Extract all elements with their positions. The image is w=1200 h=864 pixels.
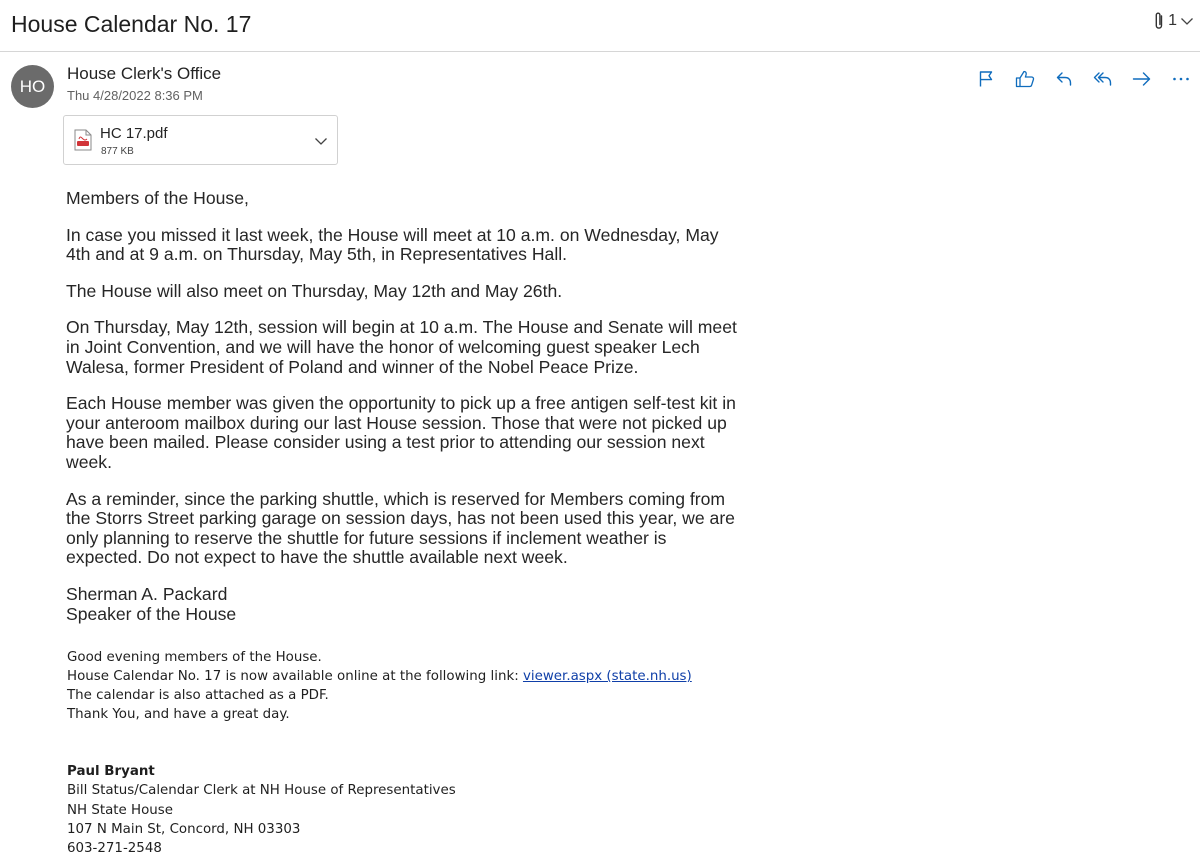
note-line: Good evening members of the House.	[67, 650, 322, 665]
chevron-down-icon[interactable]	[314, 133, 328, 151]
greeting: Members of the House,	[66, 188, 249, 208]
flag-button[interactable]	[973, 66, 999, 92]
paragraph-joint-convention: On Thursday, May 12th, session will begi…	[66, 317, 737, 377]
paragraph-meeting-dates: In case you missed it last week, the Hou…	[66, 224, 719, 265]
more-icon	[1173, 77, 1189, 81]
message-body: Members of the House, In case you missed…	[66, 188, 746, 624]
signature-org: NH State House	[67, 802, 174, 818]
closing-title: Speaker of the House	[66, 603, 237, 624]
note-link-line: House Calendar No. 17 is now available o…	[67, 667, 767, 686]
forward-button[interactable]	[1129, 66, 1155, 92]
reply-button[interactable]	[1051, 66, 1077, 92]
attachment-card[interactable]: HC 17.pdf 877 KB	[63, 115, 338, 165]
attachment-count: 1	[1168, 12, 1177, 29]
reply-all-icon	[1093, 72, 1112, 86]
note-line: The calendar is also attached as a PDF.	[67, 688, 329, 704]
calendar-link[interactable]: viewer.aspx (state.nh.us)	[523, 669, 692, 684]
signature-title: Bill Status/Calendar Clerk at NH House o…	[67, 783, 456, 799]
signature-block: Paul Bryant Bill Status/Calendar Clerk a…	[67, 762, 767, 857]
avatar[interactable]: HO	[11, 65, 54, 108]
paragraph-additional-dates: The House will also meet on Thursday, Ma…	[66, 280, 563, 301]
chevron-down-icon	[1180, 16, 1194, 26]
sender-name[interactable]: House Clerk's Office	[67, 64, 221, 84]
pdf-icon	[74, 129, 92, 156]
like-button[interactable]	[1012, 66, 1038, 92]
note-line: Thank You, and have a great day.	[67, 707, 290, 723]
signature-address: 107 N Main St, Concord, NH 03303	[67, 821, 301, 837]
like-icon	[1015, 70, 1035, 88]
reply-icon	[1056, 72, 1072, 86]
forward-icon	[1132, 72, 1151, 86]
message-actions	[973, 66, 1194, 92]
paragraph-test-kits: Each House member was given the opportun…	[66, 393, 736, 472]
paragraph-parking-shuttle: As a reminder, since the parking shuttle…	[66, 488, 735, 568]
closing-name: Sherman A. Packard	[66, 583, 228, 604]
sent-date: Thu 4/28/2022 8:36 PM	[67, 88, 203, 103]
more-options-button[interactable]	[1168, 66, 1194, 92]
attachment-size: 877 KB	[101, 146, 134, 157]
attachment-count-toggle[interactable]: 1	[1153, 11, 1194, 31]
signature-phone: 603-271-2548	[67, 840, 162, 856]
flag-icon	[979, 71, 993, 87]
note-link-prefix: House Calendar No. 17 is now available o…	[67, 669, 523, 685]
reply-all-button[interactable]	[1090, 66, 1116, 92]
email-subject: House Calendar No. 17	[11, 11, 252, 37]
clerk-note: Good evening members of the House. House…	[67, 648, 767, 858]
attachment-name: HC 17.pdf	[100, 125, 168, 142]
signature-name: Paul Bryant	[67, 764, 155, 780]
subject-bar: House Calendar No. 17 1	[0, 0, 1200, 52]
paperclip-icon	[1153, 11, 1165, 31]
